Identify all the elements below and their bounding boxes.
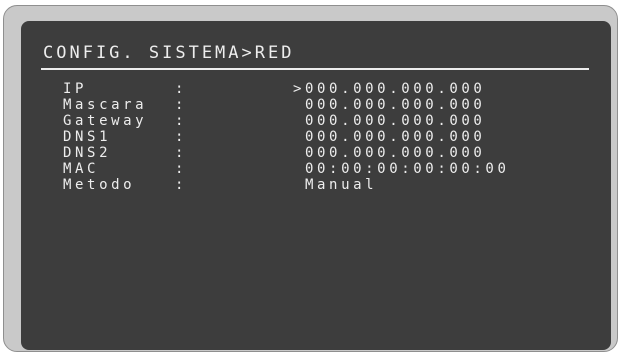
setting-row-ip[interactable]: IP : > 000.000.000.000 [63, 81, 482, 97]
setting-colon: : [175, 129, 188, 145]
setting-row-dns1[interactable]: DNS1 : 000.000.000.000 [63, 129, 482, 145]
setting-value[interactable]: Manual [305, 177, 377, 193]
setting-colon: : [175, 113, 188, 129]
setting-value[interactable]: 000.000.000.000 [305, 145, 485, 161]
setting-value[interactable]: 000.000.000.000 [305, 97, 485, 113]
setting-label: DNS1 [63, 129, 112, 145]
setting-value[interactable]: 000.000.000.000 [305, 81, 485, 97]
setting-row-metodo[interactable]: Metodo : Manual [63, 177, 374, 193]
setting-label: MAC [63, 161, 100, 177]
setting-value[interactable]: 00:00:00:00:00:00 [305, 161, 510, 177]
setting-label: IP [63, 81, 88, 97]
setting-colon: : [175, 177, 188, 193]
setting-colon: : [175, 161, 188, 177]
network-settings-list: IP : > 000.000.000.000 Mascara : 000.000… [63, 81, 506, 193]
screen-title: CONFIG. SISTEMA>RED [43, 43, 295, 63]
setting-label: DNS2 [63, 145, 112, 161]
setting-row-mascara[interactable]: Mascara : 000.000.000.000 [63, 97, 482, 113]
title-underline [41, 68, 589, 70]
setting-label: Mascara [63, 97, 148, 113]
setting-label: Gateway [63, 113, 148, 129]
setting-colon: : [175, 145, 188, 161]
selection-cursor: > [293, 81, 306, 97]
device-bezel: CONFIG. SISTEMA>RED IP : > 000.000.000.0… [3, 5, 618, 352]
setting-row-mac[interactable]: MAC : 00:00:00:00:00:00 [63, 161, 506, 177]
setting-colon: : [175, 97, 188, 113]
setting-value[interactable]: 000.000.000.000 [305, 113, 485, 129]
setting-row-gateway[interactable]: Gateway : 000.000.000.000 [63, 113, 482, 129]
setting-row-dns2[interactable]: DNS2 : 000.000.000.000 [63, 145, 482, 161]
setting-label: Metodo [63, 177, 136, 193]
setting-value[interactable]: 000.000.000.000 [305, 129, 485, 145]
lcd-screen: CONFIG. SISTEMA>RED IP : > 000.000.000.0… [21, 21, 611, 350]
setting-colon: : [175, 81, 188, 97]
